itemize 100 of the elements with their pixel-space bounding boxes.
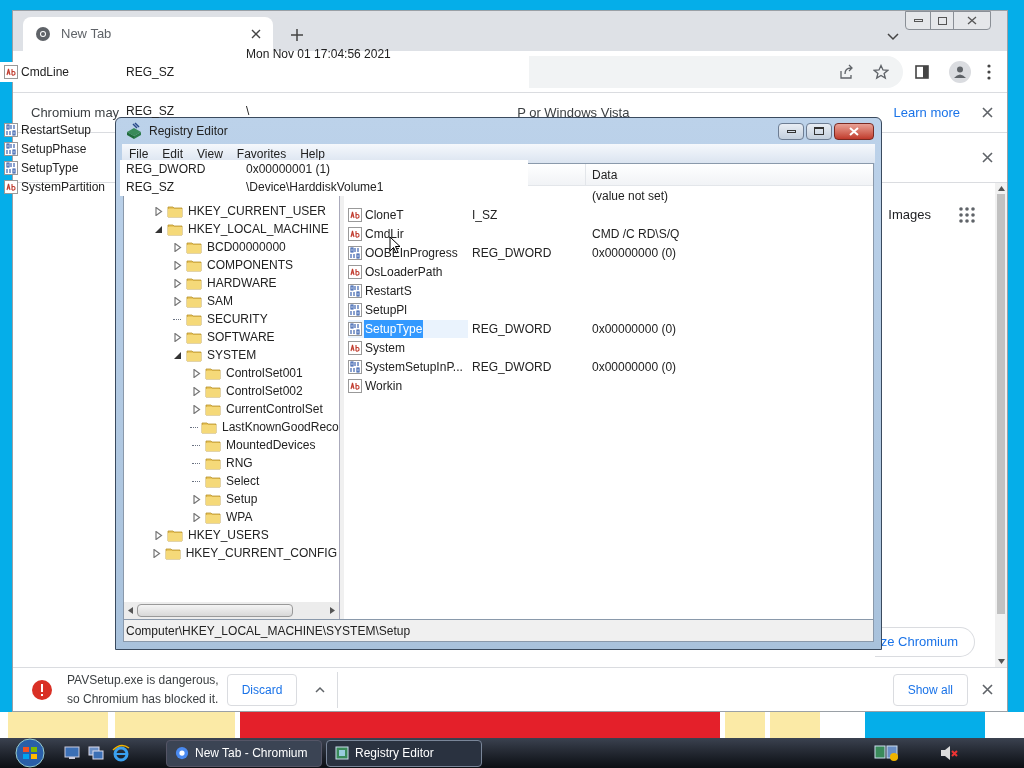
tree-item[interactable]: COMPONENTS <box>205 256 295 274</box>
tree-item[interactable]: ControlSet001 <box>224 364 305 382</box>
infobar-text: P or Windows Vista <box>517 103 630 122</box>
folder-icon <box>205 474 221 488</box>
close-button[interactable] <box>834 122 874 140</box>
maximize-button[interactable] <box>806 122 832 140</box>
menu-item[interactable]: Edit <box>157 144 189 163</box>
tab-search-icon[interactable] <box>887 33 899 41</box>
value-type: REG_SZ <box>126 64 174 81</box>
folder-icon <box>205 510 221 524</box>
expand-arrow-icon[interactable] <box>172 260 182 270</box>
expand-arrow-icon[interactable] <box>172 296 182 306</box>
profile-avatar-icon[interactable] <box>949 60 971 83</box>
value-type: REG_DWORD <box>126 161 207 178</box>
tree-item[interactable]: Setup <box>224 490 260 508</box>
column-header[interactable]: Data <box>586 164 618 185</box>
tree-item[interactable]: BCD00000000 <box>205 238 288 256</box>
discard-button[interactable]: Discard <box>226 673 298 706</box>
menu-icon[interactable] <box>987 63 991 80</box>
expand-arrow-icon[interactable] <box>152 548 162 558</box>
horizontal-scrollbar[interactable] <box>124 602 339 619</box>
close-icon[interactable] <box>982 107 993 118</box>
menu-item[interactable]: File <box>124 144 154 163</box>
scroll-up-icon[interactable] <box>997 186 1005 191</box>
learn-more-link[interactable]: Learn more <box>893 102 960 123</box>
apps-grid-icon[interactable] <box>959 206 975 223</box>
expand-arrow-icon[interactable] <box>191 494 201 504</box>
collapse-arrow-icon[interactable] <box>172 350 182 360</box>
close-icon[interactable] <box>982 152 993 163</box>
scroll-right-icon[interactable] <box>330 607 335 614</box>
folder-icon <box>167 528 183 542</box>
value-type: REG_DWORD <box>472 321 552 336</box>
side-panel-icon[interactable] <box>915 64 929 79</box>
expand-arrow-icon[interactable] <box>172 278 182 288</box>
tree-item[interactable]: HKEY_CURRENT_USER <box>186 202 329 220</box>
customize-button[interactable]: ze Chromium <box>874 627 975 657</box>
muted-speaker-icon[interactable] <box>940 745 958 761</box>
folder-icon <box>205 402 221 416</box>
value-name: SystemPartition <box>21 178 106 196</box>
expand-arrow-icon[interactable] <box>153 530 163 540</box>
scroll-left-icon[interactable] <box>128 607 133 614</box>
expand-arrow-icon[interactable] <box>191 404 201 414</box>
status-path: Computer\HKEY_LOCAL_MACHINE\SYSTEM\Setup <box>126 622 411 640</box>
expand-arrow-icon[interactable] <box>172 332 182 342</box>
tree-item[interactable]: HKEY_LOCAL_MACHINE <box>186 220 331 238</box>
expand-arrow-icon[interactable] <box>172 242 182 252</box>
share-icon[interactable] <box>839 63 855 80</box>
binary-value-icon <box>348 245 362 260</box>
minimize-button[interactable] <box>778 122 804 140</box>
value-data: 0x00000000 (0) <box>592 245 677 260</box>
folder-icon <box>186 312 202 326</box>
collapse-arrow-icon[interactable] <box>153 224 163 234</box>
expand-arrow-icon[interactable] <box>191 368 201 378</box>
tree-item[interactable]: HARDWARE <box>205 274 279 292</box>
tree-item[interactable]: LastKnownGoodReco <box>220 418 339 436</box>
tree-item[interactable]: ControlSet002 <box>224 382 305 400</box>
value-data: 0x00000000 (0) <box>592 359 677 374</box>
binary-value-icon <box>348 359 362 374</box>
show-desktop-icon[interactable] <box>64 746 80 760</box>
folder-icon <box>167 204 183 218</box>
tree-item[interactable]: CurrentControlSet <box>224 400 325 418</box>
window-switch-icon[interactable] <box>88 746 104 760</box>
value-name: RestartSetup <box>21 121 92 139</box>
taskbar-button[interactable]: New Tab - Chromium <box>166 739 322 767</box>
tree-item[interactable]: HKEY_CURRENT_CONFIG <box>183 544 339 562</box>
browser-e-icon[interactable] <box>112 744 130 762</box>
menu-item[interactable]: View <box>192 144 228 163</box>
expand-arrow-icon[interactable] <box>191 512 201 522</box>
taskbar-button[interactable]: Registry Editor <box>326 739 482 767</box>
chevron-up-icon[interactable] <box>315 686 326 693</box>
expand-arrow-icon[interactable] <box>191 386 201 396</box>
expand-arrow-icon[interactable] <box>153 206 163 216</box>
value-name: SetupPhase <box>21 140 87 158</box>
new-tab-icon[interactable] <box>291 29 303 41</box>
scrollbar[interactable] <box>995 183 1007 667</box>
network-icon[interactable] <box>874 744 900 762</box>
value-data: \Device\HarddiskVolume1 <box>246 179 384 196</box>
tree-item[interactable]: MountedDevices <box>224 436 318 454</box>
close-icon[interactable] <box>251 29 261 39</box>
menu-item[interactable]: Help <box>295 144 330 163</box>
tree-item[interactable]: RNG <box>224 454 255 472</box>
value-data: CMD /C RD\S/Q <box>592 226 680 241</box>
maximize-icon[interactable] <box>930 12 954 29</box>
show-all-button[interactable]: Show all <box>892 673 968 706</box>
close-icon[interactable] <box>982 684 993 695</box>
tree-item[interactable]: SECURITY <box>205 310 270 328</box>
tree-item[interactable]: SOFTWARE <box>205 328 277 346</box>
star-icon[interactable] <box>873 63 889 80</box>
tree-item[interactable]: SAM <box>205 292 235 310</box>
tree-item[interactable]: SYSTEM <box>205 346 259 364</box>
tree-item[interactable]: Select <box>224 472 262 490</box>
folder-icon <box>186 276 202 290</box>
images-link[interactable]: Images <box>888 205 931 225</box>
menu-item[interactable]: Favorites <box>231 144 292 163</box>
tree-item[interactable]: HKEY_USERS <box>186 526 271 544</box>
folder-icon <box>201 420 217 434</box>
string-value-icon <box>348 226 362 241</box>
tree-item[interactable]: WPA <box>224 508 255 526</box>
registry-editor-icon <box>125 122 143 140</box>
scroll-down-icon[interactable] <box>997 659 1005 664</box>
